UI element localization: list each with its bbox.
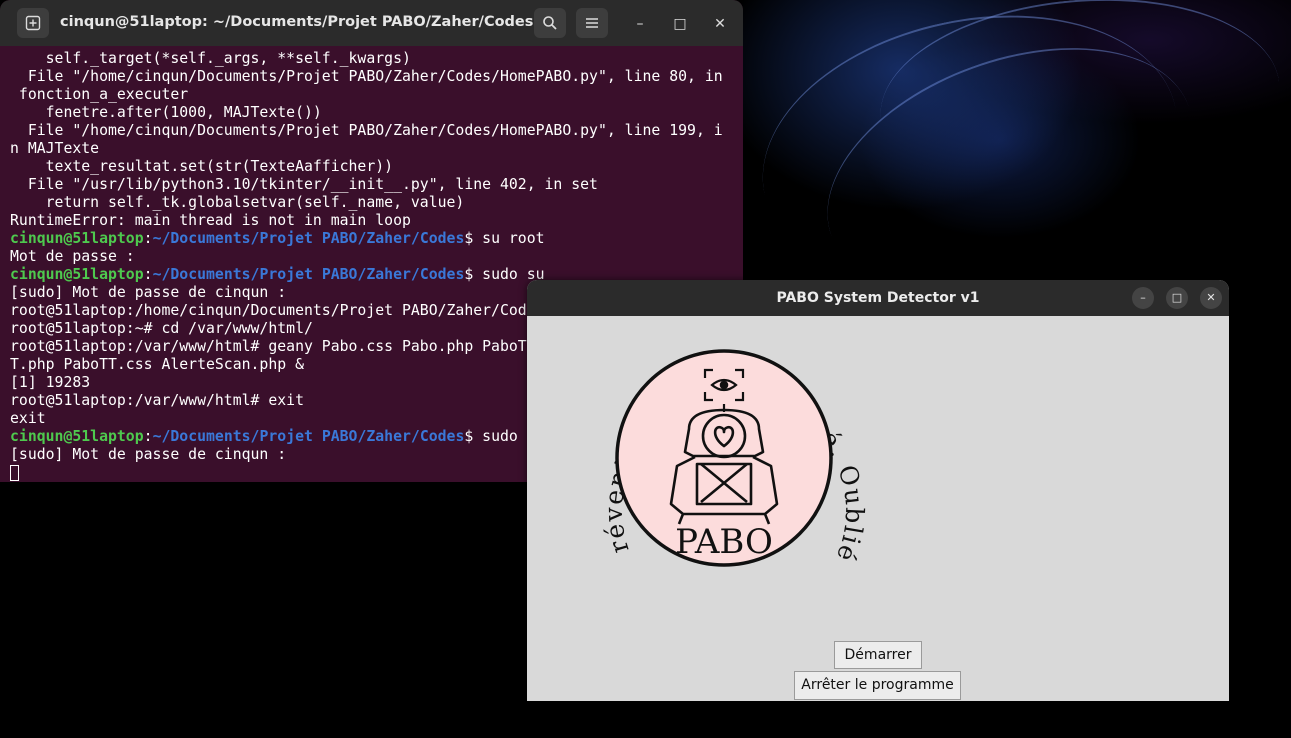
prompt-command: $ sudo — [464, 428, 518, 445]
prompt-path: ~/Documents/Projet PABO/Zaher/Codes — [152, 230, 465, 247]
terminal-line: self._target(*self._args, **self._kwargs… — [10, 50, 411, 67]
hamburger-menu-icon — [586, 18, 598, 28]
prompt-path: ~/Documents/Projet PABO/Zaher/Codes — [152, 266, 465, 283]
prompt-user: cinqun@51laptop — [10, 266, 144, 283]
terminal-line: cinqun@51laptop:~/Documents/Projet PABO/… — [10, 230, 739, 248]
close-icon[interactable]: ✕ — [1200, 287, 1222, 309]
terminal-line: File "/usr/lib/python3.10/tkinter/__init… — [10, 176, 598, 193]
terminal-cursor — [10, 465, 19, 481]
terminal-line: Mot de passe : — [10, 248, 135, 265]
maximize-icon[interactable]: □ — [670, 14, 690, 34]
terminal-line: fenetre.after(1000, MAJTexte()) — [10, 104, 322, 121]
terminal-titlebar[interactable]: cinqun@51laptop: ~/Documents/Projet PABO… — [0, 0, 743, 46]
stop-program-button[interactable]: Arrêter le programme — [794, 671, 961, 700]
menu-button[interactable] — [576, 8, 608, 38]
prompt-path: ~/Documents/Projet PABO/Zaher/Codes — [152, 428, 465, 445]
terminal-title: cinqun@51laptop: ~/Documents/Projet PABO… — [60, 14, 534, 30]
terminal-line: File "/home/cinqun/Documents/Projet PABO… — [10, 68, 723, 85]
prompt-separator: : — [143, 428, 153, 445]
search-button[interactable] — [534, 8, 566, 38]
prompt-user: cinqun@51laptop — [10, 428, 144, 445]
search-icon — [543, 16, 557, 30]
terminal-line: n MAJTexte — [10, 140, 100, 157]
terminal-line: texte_resultat.set(str(TexteAafficher)) — [10, 158, 394, 175]
new-tab-button[interactable] — [17, 8, 49, 38]
prompt-separator: : — [143, 230, 153, 247]
maximize-icon[interactable]: □ — [1166, 287, 1188, 309]
minimize-icon[interactable]: – — [630, 14, 650, 34]
prompt-command: $ su root — [464, 230, 545, 247]
minimize-icon[interactable]: – — [1132, 287, 1154, 309]
new-tab-icon — [25, 15, 41, 31]
prompt-separator: : — [143, 266, 153, 283]
pabo-window-title: PABO System Detector v1 — [776, 290, 980, 306]
pabo-window[interactable]: PABO System Detector v1 – □ ✕ Prévention… — [527, 280, 1229, 701]
pabo-logo: Prévention. Alerte. Bébé. Oublié. PABO — [579, 324, 868, 567]
logo-brand-text: PABO — [675, 522, 773, 562]
terminal-line: RuntimeError: main thread is not in main… — [10, 212, 411, 229]
terminal-line: fonction_a_executer — [10, 86, 189, 103]
pabo-titlebar[interactable]: PABO System Detector v1 – □ ✕ — [527, 280, 1229, 316]
prompt-user: cinqun@51laptop — [10, 230, 144, 247]
start-button[interactable]: Démarrer — [834, 641, 922, 669]
terminal-line: File "/home/cinqun/Documents/Projet PABO… — [10, 122, 723, 139]
close-icon[interactable]: ✕ — [710, 14, 730, 34]
terminal-line: return self._tk.globalsetvar(self._name,… — [10, 194, 465, 211]
